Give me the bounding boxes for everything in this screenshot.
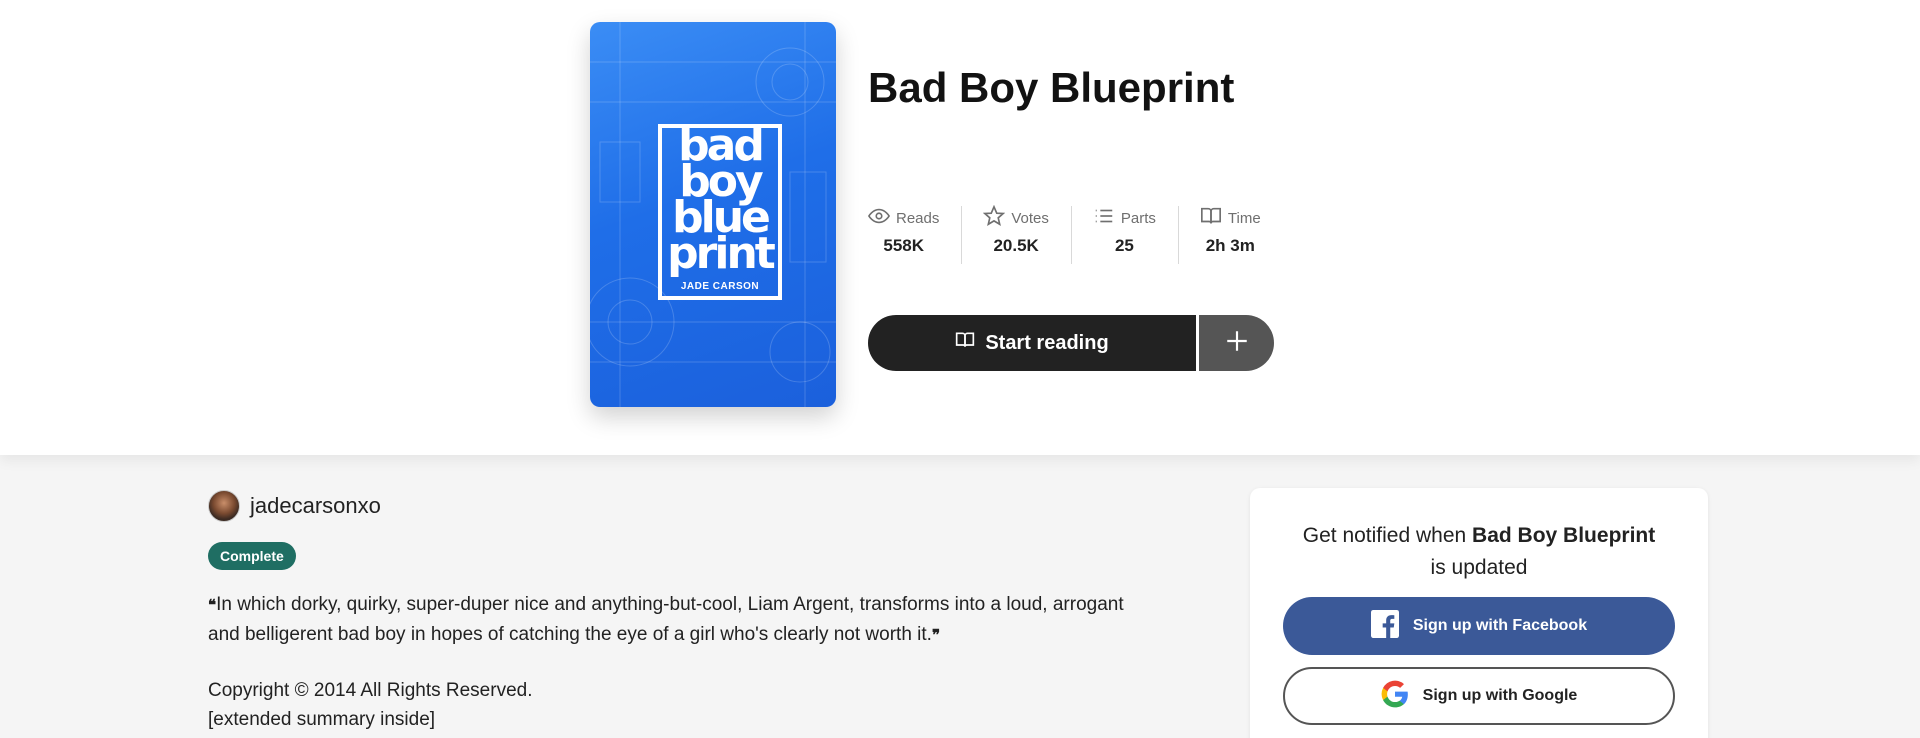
stat-label: Time: [1227, 209, 1261, 227]
stat-label: Votes: [1011, 209, 1049, 227]
facebook-signup-label: Sign up with Facebook: [1412, 617, 1588, 634]
stat-value: 2h 3m: [1205, 236, 1255, 255]
stat-value: 558K: [883, 236, 924, 255]
notify-suffix: is updated: [1430, 556, 1528, 579]
stat-time: Time 2h 3m: [1177, 205, 1283, 264]
cover-author: JADE CARSON: [680, 281, 760, 292]
facebook-signup-button[interactable]: Sign up with Facebook: [1283, 597, 1675, 655]
start-reading-label: Start reading: [985, 331, 1109, 354]
avatar: [208, 490, 240, 522]
google-signup-label: Sign up with Google: [1422, 687, 1578, 704]
extended-summary-note: [extended summary inside]: [208, 709, 436, 730]
start-reading-button[interactable]: Start reading: [868, 315, 1196, 371]
add-to-library-button[interactable]: [1199, 315, 1274, 371]
open-quote-icon: ❝: [208, 596, 217, 614]
notify-message: Get notified when Bad Boy Blueprint is u…: [1270, 520, 1688, 584]
plus-icon: [1224, 328, 1250, 359]
story-header: bad boy blue print JADE CARSON Bad Boy B…: [0, 0, 1920, 455]
stat-value: 25: [1114, 236, 1134, 255]
notify-prefix: Get notified when: [1302, 524, 1467, 547]
star-icon: [983, 204, 1006, 232]
stat-reads: Reads 558K: [867, 205, 961, 264]
stat-votes: Votes 20.5K: [961, 204, 1071, 264]
description-summary: In which dorky, quirky, super-duper nice…: [208, 594, 1124, 645]
story-title: Bad Boy Blueprint: [868, 64, 1235, 111]
close-quote-icon: ❞: [931, 626, 941, 644]
book-open-icon: [955, 330, 975, 356]
book-cover[interactable]: bad boy blue print JADE CARSON: [590, 22, 836, 407]
status-badge: Complete: [208, 542, 296, 570]
google-icon: [1381, 680, 1409, 713]
author-username: jadecarsonxo: [250, 493, 381, 518]
facebook-icon: [1370, 609, 1399, 643]
copyright-text: Copyright © 2014 All Rights Reserved.: [208, 680, 533, 701]
copyright-block: Copyright © 2014 All Rights Reserved. [e…: [208, 676, 533, 734]
story-stats: Reads 558K Votes 20.5K Parts 25 Time 2h …: [867, 204, 1283, 264]
notify-story-title: Bad Boy Blueprint: [1472, 524, 1656, 547]
google-signup-button[interactable]: Sign up with Google: [1283, 667, 1675, 725]
cover-title-frame: bad boy blue print JADE CARSON: [658, 124, 782, 300]
eye-icon: [867, 205, 891, 232]
stat-parts: Parts 25: [1070, 205, 1178, 264]
story-description: ❝In which dorky, quirky, super-duper nic…: [208, 590, 1128, 650]
notify-card: Get notified when Bad Boy Blueprint is u…: [1250, 488, 1708, 738]
book-icon: [1200, 205, 1222, 232]
stat-label: Parts: [1120, 209, 1156, 227]
list-icon: [1093, 205, 1115, 232]
cover-title: bad boy blue print: [667, 120, 776, 279]
stat-label: Reads: [896, 209, 940, 227]
stat-value: 20.5K: [993, 236, 1039, 255]
author-link[interactable]: jadecarsonxo: [208, 490, 381, 522]
